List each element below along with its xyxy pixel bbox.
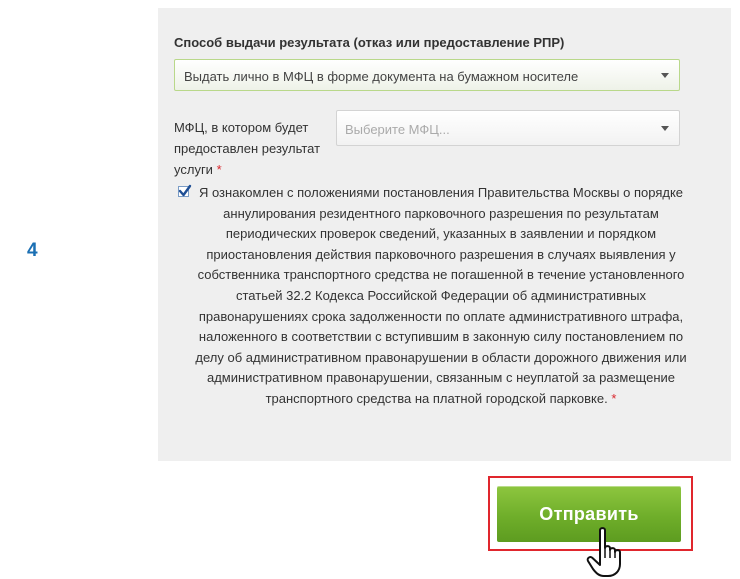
agreement-text-block: Я ознакомлен с положениями постановления…	[194, 183, 688, 410]
chevron-down-icon	[661, 73, 669, 78]
agreement-text: Я ознакомлен с положениями постановления…	[195, 185, 687, 406]
required-mark: *	[216, 162, 222, 177]
hand-pointer-icon	[586, 527, 621, 577]
delivery-method-select[interactable]: Выдать лично в МФЦ в форме документа на …	[174, 59, 680, 91]
mfc-select[interactable]: Выберите МФЦ...	[336, 110, 680, 146]
step-number: 4	[27, 240, 38, 261]
mfc-field-label: МФЦ, в котором будет предоставлен резуль…	[174, 117, 324, 180]
form-panel: Способ выдачи результата (отказ или пред…	[158, 8, 731, 461]
delivery-method-value: Выдать лично в МФЦ в форме документа на …	[184, 69, 579, 84]
agreement-checkbox[interactable]	[178, 184, 192, 197]
chevron-down-icon	[661, 126, 669, 131]
mfc-label-text: МФЦ, в котором будет предоставлен резуль…	[174, 120, 321, 177]
checkmark-icon	[178, 184, 192, 197]
delivery-method-label: Способ выдачи результата (отказ или пред…	[174, 35, 565, 50]
mfc-select-placeholder: Выберите МФЦ...	[345, 122, 450, 137]
required-mark: *	[611, 390, 617, 406]
